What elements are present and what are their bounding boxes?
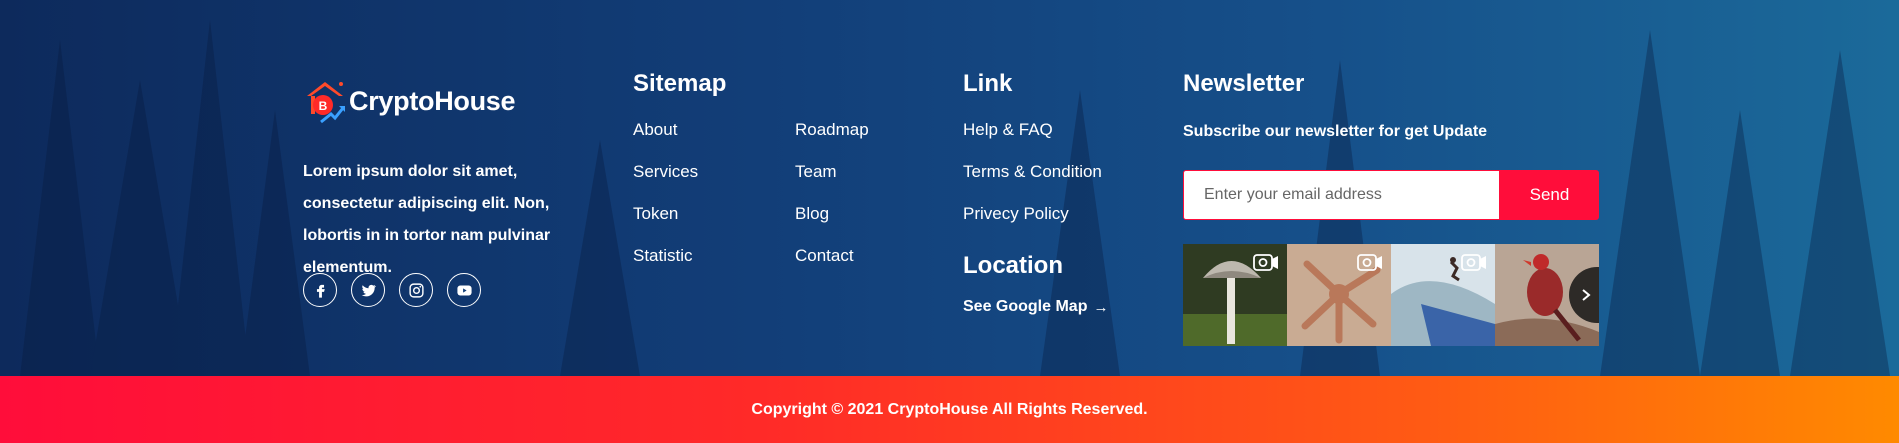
- link-terms[interactable]: Terms & Condition: [963, 151, 1102, 193]
- facebook-button[interactable]: [303, 273, 337, 307]
- sitemap-list-1: About Services Token Statistic: [633, 109, 698, 277]
- instagram-gallery: [1183, 244, 1599, 346]
- sitemap-link-blog[interactable]: Blog: [795, 193, 869, 235]
- sitemap-link-services[interactable]: Services: [633, 151, 698, 193]
- instagram-icon: [408, 282, 424, 298]
- youtube-button[interactable]: [447, 273, 481, 307]
- location-title: Location: [963, 252, 1063, 279]
- sitemap-link-about[interactable]: About: [633, 109, 698, 151]
- logo-letter: B: [319, 99, 328, 113]
- instagram-button[interactable]: [399, 273, 433, 307]
- link-privacy[interactable]: Privecy Policy: [963, 193, 1102, 235]
- forest-background: [20, 20, 1890, 376]
- sitemap-link-roadmap[interactable]: Roadmap: [795, 109, 869, 151]
- newsletter-form: Send: [1183, 170, 1599, 220]
- send-button[interactable]: Send: [1500, 170, 1599, 220]
- twitter-icon: [361, 284, 376, 296]
- sitemap-link-statistic[interactable]: Statistic: [633, 235, 698, 277]
- gallery-item-wave[interactable]: [1391, 244, 1495, 346]
- video-camera-icon: [1253, 254, 1278, 271]
- arrow-right-icon: →: [1093, 298, 1109, 316]
- gallery-item-mushroom[interactable]: [1183, 244, 1287, 346]
- google-map-link[interactable]: See Google Map →: [963, 298, 1108, 316]
- sitemap-link-token[interactable]: Token: [633, 193, 698, 235]
- about-text: Lorem ipsum dolor sit amet, consectetur …: [303, 163, 551, 276]
- sitemap-title: Sitemap: [633, 70, 727, 97]
- gallery-item-starfish[interactable]: [1287, 244, 1391, 346]
- footer-main: B CryptoHouse Lorem ipsum dolor sit amet…: [0, 0, 1899, 376]
- sitemap-link-contact[interactable]: Contact: [795, 235, 869, 277]
- link-list: Help & FAQ Terms & Condition Privecy Pol…: [963, 109, 1102, 235]
- chevron-right-icon: [1582, 289, 1591, 301]
- facebook-icon: [316, 284, 325, 298]
- logo-icon: B: [307, 82, 345, 124]
- footer-bottom-bar: Copyright © 2021 CryptoHouse All Rights …: [0, 376, 1899, 443]
- newsletter-title: Newsletter: [1183, 70, 1305, 97]
- youtube-icon: [456, 285, 472, 295]
- link-help-faq[interactable]: Help & FAQ: [963, 109, 1102, 151]
- twitter-button[interactable]: [351, 273, 385, 307]
- google-map-label: See Google Map: [963, 298, 1088, 315]
- link-title: Link: [963, 70, 1013, 97]
- brand[interactable]: B CryptoHouse: [303, 78, 516, 124]
- sitemap-list-2: Roadmap Team Blog Contact: [795, 109, 869, 277]
- social-links: [303, 273, 481, 307]
- newsletter-subtitle: Subscribe our newsletter for get Update: [1183, 123, 1488, 140]
- video-camera-icon: [1357, 254, 1382, 271]
- brand-name: CryptoHouse: [349, 85, 516, 116]
- copyright-text: Copyright © 2021 CryptoHouse All Rights …: [751, 400, 1148, 418]
- email-input[interactable]: [1183, 170, 1500, 220]
- video-camera-icon: [1461, 254, 1486, 271]
- sitemap-link-team[interactable]: Team: [795, 151, 869, 193]
